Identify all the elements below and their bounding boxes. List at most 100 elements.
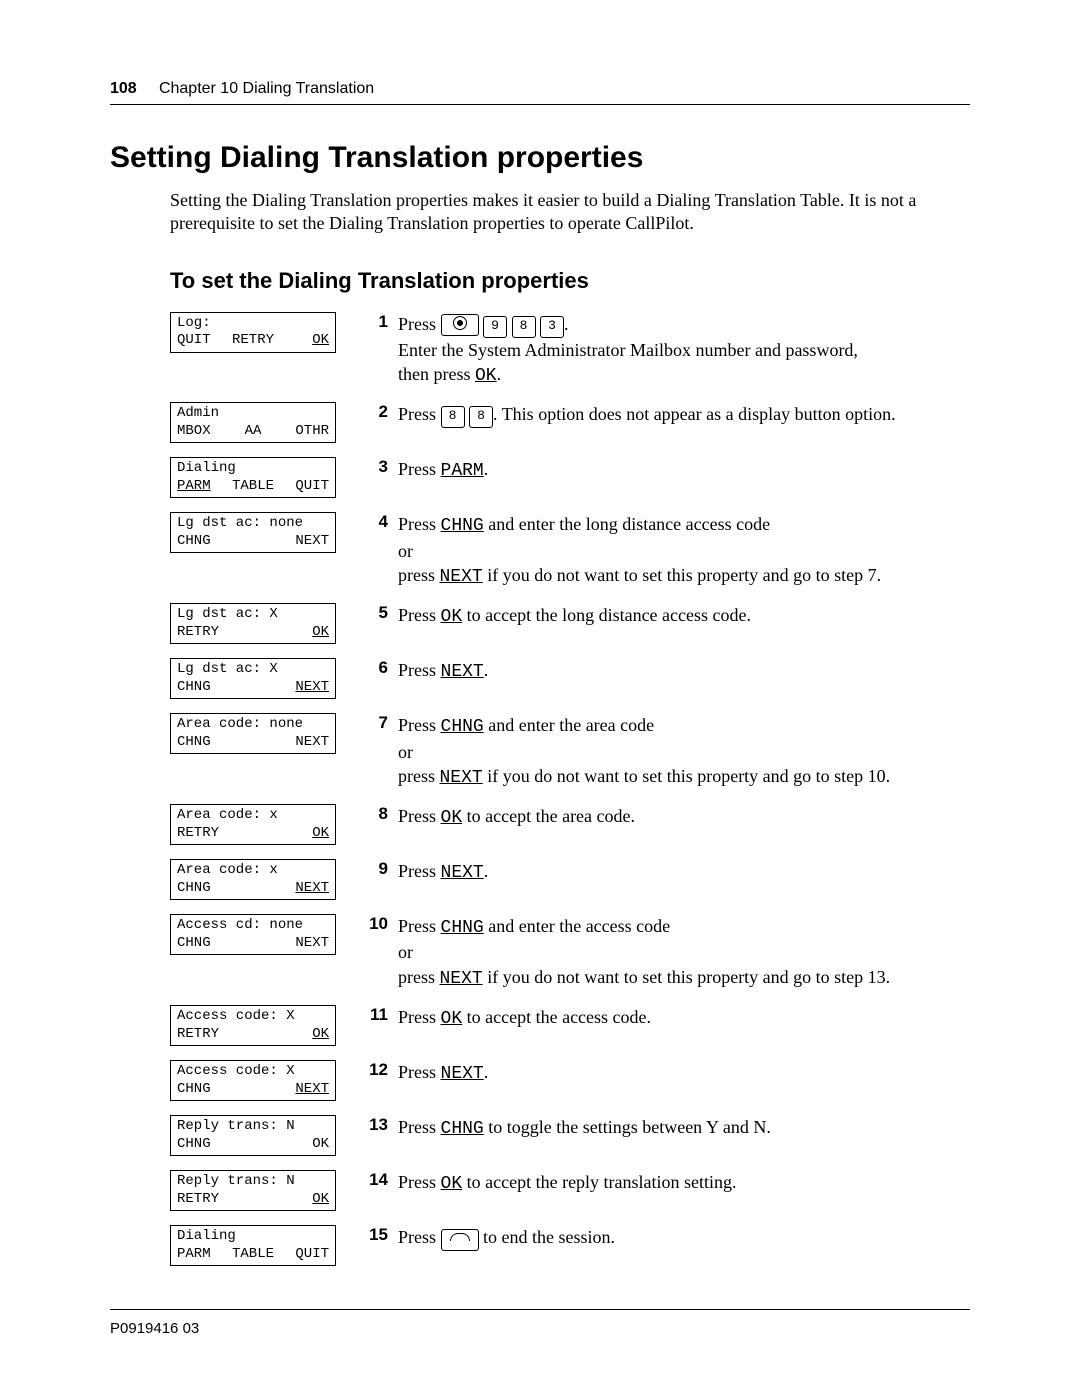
- step-number: 1: [354, 312, 398, 332]
- phone-display: Access code: XCHNGNEXT: [170, 1060, 336, 1101]
- softkey-c: [228, 679, 279, 697]
- display-line-1: Area code: none: [177, 716, 329, 734]
- step-row: Area code: xRETRYOK8Press OK to accept t…: [170, 804, 970, 845]
- step-row: Area code: noneCHNGNEXT7Press CHNG and e…: [170, 713, 970, 790]
- step-instruction: Press OK to accept the area code.: [398, 804, 970, 830]
- softkey-r: NEXT: [278, 935, 329, 953]
- softkey-l: CHNG: [177, 1081, 228, 1099]
- softkey-l: PARM: [177, 1246, 228, 1264]
- softkey-r: NEXT: [278, 533, 329, 551]
- softkey-ref: PARM: [441, 461, 484, 481]
- softkey-ref: OK: [475, 366, 497, 386]
- display-line-1: Lg dst ac: none: [177, 515, 329, 533]
- phone-display: Reply trans: NCHNGOK: [170, 1115, 336, 1156]
- step-number: 5: [354, 603, 398, 623]
- step-row: Reply trans: NRETRY OK 14Press OK to accep…: [170, 1170, 970, 1211]
- softkey-c: [228, 825, 279, 843]
- softkey-l: CHNG: [177, 734, 228, 752]
- display-softkeys: RETRY OK: [177, 624, 329, 642]
- softkey-c: [228, 880, 279, 898]
- step-instruction: Press 9 8 3.Enter the System Administrat…: [398, 312, 970, 389]
- step-row: AdminMBOXAAOTHR 2Press 8 8. This option d…: [170, 402, 970, 443]
- display-line-1: Access code: X: [177, 1008, 329, 1026]
- softkey-c: [228, 1191, 279, 1209]
- step-instruction: Press CHNG and enter the area codeorpres…: [398, 713, 970, 790]
- softkey-ref: CHNG: [441, 516, 484, 536]
- step-row: Lg dst ac: XCHNGNEXT6Press NEXT.: [170, 658, 970, 699]
- chapter-label: Chapter 10 Dialing Translation: [159, 80, 374, 97]
- step-number: 11: [354, 1005, 398, 1025]
- display-softkeys: QUITRETRYOK: [177, 332, 329, 350]
- digit-key: 8: [441, 406, 465, 428]
- softkey-r: NEXT: [278, 679, 329, 697]
- step-instruction: Press NEXT.: [398, 658, 970, 684]
- step-instruction: Press OK to accept the long distance acc…: [398, 603, 970, 629]
- phone-display: Area code: noneCHNG NEXT: [170, 713, 336, 754]
- display-line-1: Admin: [177, 405, 329, 423]
- step-number: 15: [354, 1225, 398, 1245]
- phone-display: Lg dst ac: noneCHNG NEXT: [170, 512, 336, 553]
- softkey-c: [228, 935, 279, 953]
- softkey-c: [228, 624, 279, 642]
- step-number: 8: [354, 804, 398, 824]
- phone-display: Reply trans: NRETRY OK: [170, 1170, 336, 1211]
- softkey-ref: CHNG: [441, 717, 484, 737]
- step-number: 14: [354, 1170, 398, 1190]
- digit-key: 8: [512, 316, 536, 338]
- step-number: 6: [354, 658, 398, 678]
- feature-key-icon: [441, 314, 479, 336]
- phone-display: Area code: xCHNGNEXT: [170, 859, 336, 900]
- step-number: 2: [354, 402, 398, 422]
- softkey-c: [228, 1136, 279, 1154]
- softkey-l: CHNG: [177, 679, 228, 697]
- softkey-l: QUIT: [177, 332, 228, 350]
- step-instruction: Press CHNG and enter the access codeorpr…: [398, 914, 970, 991]
- step-row: Lg dst ac: noneCHNGNEXT4Press CHNG and e…: [170, 512, 970, 589]
- softkey-r: OK: [278, 1191, 329, 1209]
- display-softkeys: CHNG NEXT: [177, 533, 329, 551]
- phone-display: DialingPARMTABLEQUIT: [170, 457, 336, 498]
- heading-1: Setting Dialing Translation properties: [110, 141, 970, 175]
- softkey-c: TABLE: [228, 478, 279, 496]
- softkey-r: NEXT: [278, 880, 329, 898]
- release-key-icon: [441, 1229, 479, 1251]
- step-row: Lg dst ac: XRETRYOK5Press OK to accept t…: [170, 603, 970, 644]
- softkey-l: CHNG: [177, 533, 228, 551]
- running-header: 108 Chapter 10 Dialing Translation: [110, 80, 970, 105]
- softkey-c: [228, 734, 279, 752]
- phone-display: Lg dst ac: XRETRYOK: [170, 603, 336, 644]
- display-softkeys: CHNG NEXT: [177, 734, 329, 752]
- step-row: Access cd: noneCHNGNEXT10Press CHNG and …: [170, 914, 970, 991]
- display-line-1: Reply trans: N: [177, 1173, 329, 1191]
- display-line-1: Access cd: none: [177, 917, 329, 935]
- display-softkeys: PARMTABLEQUIT: [177, 1246, 329, 1264]
- footer: P0919416 03: [110, 1309, 970, 1337]
- softkey-ref: NEXT: [441, 662, 484, 682]
- softkey-r: NEXT: [278, 734, 329, 752]
- softkey-l: RETRY: [177, 1191, 228, 1209]
- softkey-c: TABLE: [228, 1246, 279, 1264]
- display-line-1: Area code: x: [177, 807, 329, 825]
- page: 108 Chapter 10 Dialing Translation Setti…: [0, 0, 1080, 1397]
- softkey-ref: CHNG: [441, 1119, 484, 1139]
- step-row: Access code: XCHNGNEXT12Press NEXT.: [170, 1060, 970, 1101]
- step-instruction: Press 8 8. This option does not appear a…: [398, 402, 970, 428]
- display-line-1: Access code: X: [177, 1063, 329, 1081]
- softkey-l: CHNG: [177, 1136, 228, 1154]
- doc-id: P0919416 03: [110, 1320, 199, 1337]
- step-instruction: Press PARM.: [398, 457, 970, 483]
- digit-key: 3: [540, 316, 564, 338]
- softkey-l: RETRY: [177, 1026, 228, 1044]
- softkey-l: RETRY: [177, 624, 228, 642]
- digit-key: 9: [483, 316, 507, 338]
- phone-display: AdminMBOXAAOTHR: [170, 402, 336, 443]
- softkey-l: MBOX: [177, 423, 228, 441]
- step-instruction: Press OK to accept the reply translation…: [398, 1170, 970, 1196]
- softkey-ref: OK: [441, 808, 463, 828]
- step-number: 12: [354, 1060, 398, 1080]
- handset-icon: [450, 1233, 470, 1243]
- display-line-1: Reply trans: N: [177, 1118, 329, 1136]
- step-row: DialingPARMTABLEQUIT15Press to end the s…: [170, 1225, 970, 1266]
- softkey-r: OK: [278, 624, 329, 642]
- step-row: Log:QUITRETRYOK1Press 9 8 3.Enter the Sy…: [170, 312, 970, 389]
